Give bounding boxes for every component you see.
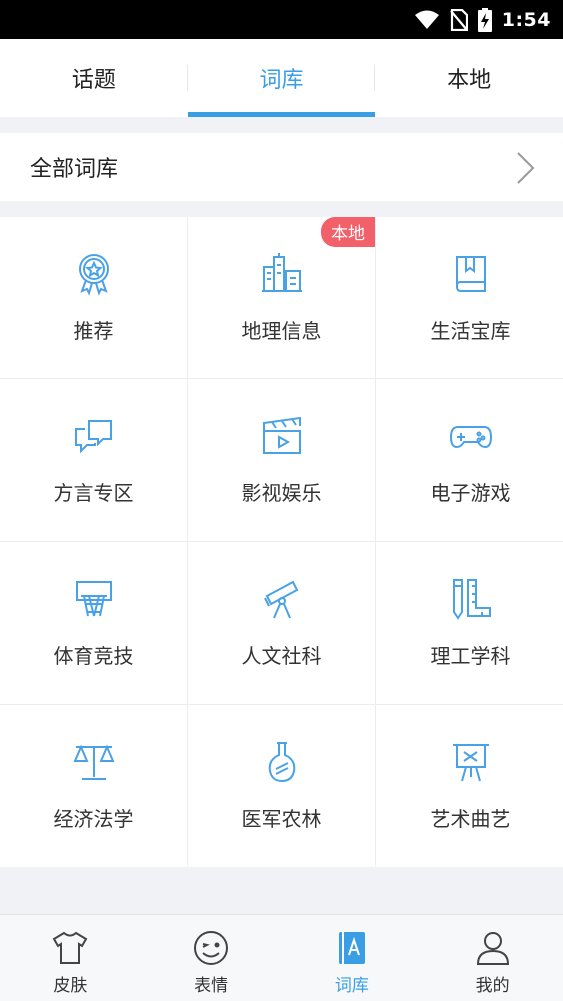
category-label: 地理信息 xyxy=(241,319,322,343)
flask-icon xyxy=(259,739,305,785)
tshirt-icon xyxy=(51,929,89,967)
category-label: 艺术曲艺 xyxy=(430,807,511,831)
category-economics[interactable]: 经济法学 xyxy=(0,705,187,867)
category-label: 人文社科 xyxy=(241,644,322,668)
category-label: 经济法学 xyxy=(53,807,134,831)
nav-emoji[interactable]: 表情 xyxy=(141,915,282,1001)
chevron-right-icon xyxy=(515,151,535,185)
status-time: 1:54 xyxy=(501,8,551,31)
category-medicine[interactable]: 医军农林 xyxy=(188,705,375,867)
no-sim-icon xyxy=(449,8,468,31)
category-recommend[interactable]: 推荐 xyxy=(0,217,187,378)
tab-lexicon-label: 词库 xyxy=(259,68,304,93)
category-dialect[interactable]: 方言专区 xyxy=(0,379,187,541)
nav-skin[interactable]: 皮肤 xyxy=(0,915,141,1001)
tab-topics-label: 话题 xyxy=(71,68,116,93)
category-arts[interactable]: 艺术曲艺 xyxy=(376,705,563,867)
category-grid: 推荐 本地 地理信息 生活宝库 方言专区 影视娱乐 电子游戏 体育竞技 人文社科… xyxy=(0,217,563,867)
category-humanities[interactable]: 人文社科 xyxy=(188,542,375,704)
category-label: 方言专区 xyxy=(53,481,134,505)
nav-mine[interactable]: 我的 xyxy=(422,915,563,1001)
wink-face-icon xyxy=(192,929,230,967)
all-library-label: 全部词库 xyxy=(30,157,119,182)
category-label: 体育竞技 xyxy=(53,644,134,668)
nav-label: 皮肤 xyxy=(53,976,88,996)
wifi-icon xyxy=(414,10,440,30)
balance-scale-icon xyxy=(71,739,117,785)
category-label: 生活宝库 xyxy=(430,319,511,343)
category-games[interactable]: 电子游戏 xyxy=(376,379,563,541)
all-library-row[interactable]: 全部词库 xyxy=(0,133,563,201)
category-label: 理工学科 xyxy=(430,644,511,668)
category-geography[interactable]: 本地 地理信息 xyxy=(188,217,375,378)
nav-label: 我的 xyxy=(475,976,510,996)
bottom-nav: 皮肤 表情 词库 我的 xyxy=(0,914,563,1001)
top-tab-bar: 话题 词库 本地 xyxy=(0,39,563,117)
easel-icon xyxy=(448,739,494,785)
chat-bubbles-icon xyxy=(71,413,117,459)
category-label: 影视娱乐 xyxy=(241,481,322,505)
local-badge: 本地 xyxy=(321,217,375,247)
telescope-icon xyxy=(259,576,305,622)
basketball-hoop-icon xyxy=(71,576,117,622)
category-label: 电子游戏 xyxy=(430,481,511,505)
category-life[interactable]: 生活宝库 xyxy=(376,217,563,378)
film-clapper-icon xyxy=(259,413,305,459)
city-buildings-icon xyxy=(259,251,305,297)
tab-lexicon[interactable]: 词库 xyxy=(187,39,376,117)
tab-local[interactable]: 本地 xyxy=(375,39,563,117)
category-sports[interactable]: 体育竞技 xyxy=(0,542,187,704)
status-bar: 1:54 xyxy=(0,0,563,39)
category-label: 医军农林 xyxy=(241,807,322,831)
award-ribbon-icon xyxy=(71,251,117,297)
category-film[interactable]: 影视娱乐 xyxy=(188,379,375,541)
dictionary-book-icon xyxy=(333,929,371,967)
book-icon xyxy=(448,251,494,297)
battery-charging-icon xyxy=(477,7,492,32)
nav-lexicon[interactable]: 词库 xyxy=(282,915,423,1001)
gamepad-icon xyxy=(448,413,494,459)
pencil-ruler-icon xyxy=(448,576,494,622)
nav-label: 表情 xyxy=(194,976,229,996)
category-label: 推荐 xyxy=(73,319,114,343)
tab-local-label: 本地 xyxy=(447,68,492,93)
category-science[interactable]: 理工学科 xyxy=(376,542,563,704)
nav-label: 词库 xyxy=(334,976,369,996)
tab-topics[interactable]: 话题 xyxy=(0,39,188,117)
user-icon xyxy=(474,929,512,967)
